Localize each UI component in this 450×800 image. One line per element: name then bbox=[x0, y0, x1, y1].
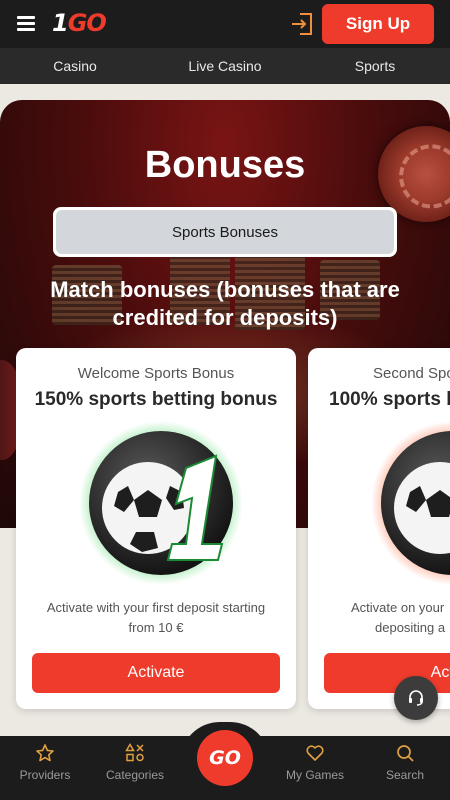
page-title: Bonuses bbox=[144, 144, 306, 186]
bonus-card-description-line-1: Activate on your bbox=[351, 600, 445, 615]
search-icon bbox=[394, 742, 416, 764]
bottom-tab-providers[interactable]: Providers bbox=[0, 742, 90, 792]
bonus-card-title: 150% sports betting bonus bbox=[34, 389, 278, 410]
page: 1GO Sign Up Casino Live Casino Sports Bo… bbox=[0, 0, 450, 800]
bonus-card-description: Activate with your first deposit startin… bbox=[30, 598, 282, 638]
activate-button[interactable]: Activate bbox=[32, 653, 280, 693]
top-header: 1GO Sign Up bbox=[0, 0, 450, 48]
go-home-button[interactable]: GO bbox=[197, 730, 253, 786]
logo-one: 1 bbox=[52, 9, 69, 37]
section-title-line-2: credited for deposits) bbox=[112, 305, 338, 330]
bottom-tab-categories[interactable]: Categories bbox=[90, 742, 180, 792]
bottom-tab-my-games[interactable]: My Games bbox=[270, 742, 360, 792]
bonus-card-subtitle: Welcome Sports Bonus bbox=[77, 365, 235, 382]
sign-up-button[interactable]: Sign Up bbox=[322, 4, 434, 44]
headset-icon bbox=[409, 690, 423, 706]
heart-icon bbox=[304, 742, 326, 764]
logo-go: GO bbox=[67, 9, 107, 37]
category-nav: Casino Live Casino Sports bbox=[0, 48, 450, 84]
tab-sports-bonuses[interactable]: Sports Bonuses bbox=[53, 207, 397, 257]
section-title: Match bonuses (bonuses that are credited… bbox=[0, 276, 450, 332]
logo[interactable]: 1GO bbox=[52, 9, 107, 37]
bonus-card-description-line-1: Activate with your first deposit startin… bbox=[46, 600, 266, 615]
star-icon bbox=[34, 742, 56, 764]
bottom-tab-label: Categories bbox=[105, 768, 165, 782]
bonus-card-description-line-2: from 10 € bbox=[128, 620, 184, 635]
bonus-card-welcome[interactable]: Welcome Sports Bonus 150% sports betting… bbox=[16, 348, 296, 709]
nav-item-live-casino[interactable]: Live Casino bbox=[150, 48, 300, 84]
bonus-card-description-line-2: depositing a bbox=[375, 620, 446, 635]
categories-icon bbox=[124, 742, 146, 764]
soccer-ball-icon bbox=[371, 421, 450, 585]
tab-sports-bonuses-label: Sports Bonuses bbox=[56, 210, 394, 254]
support-chat-button[interactable] bbox=[394, 676, 438, 720]
bonus-card-description: Activate on your depositing a bbox=[351, 598, 450, 638]
nav-item-sports[interactable]: Sports bbox=[300, 48, 450, 84]
section-title-line-1: Match bonuses (bonuses that are bbox=[50, 277, 400, 302]
soccer-ball-icon bbox=[79, 421, 243, 585]
hamburger-menu-icon[interactable] bbox=[17, 15, 35, 31]
bottom-tab-search[interactable]: Search bbox=[360, 742, 450, 792]
bottom-tab-label: Providers bbox=[19, 768, 71, 782]
bottom-tab-label: Search bbox=[385, 768, 425, 782]
nav-item-casino[interactable]: Casino bbox=[0, 48, 150, 84]
login-icon[interactable] bbox=[289, 11, 315, 37]
bonus-card-subtitle: Second Spo bbox=[373, 365, 450, 382]
bonus-card-title: 100% sports b bbox=[329, 389, 450, 410]
bonus-card-second[interactable]: Second Spo 100% sports b Activate on you… bbox=[308, 348, 450, 709]
bottom-tab-label: My Games bbox=[285, 768, 344, 782]
